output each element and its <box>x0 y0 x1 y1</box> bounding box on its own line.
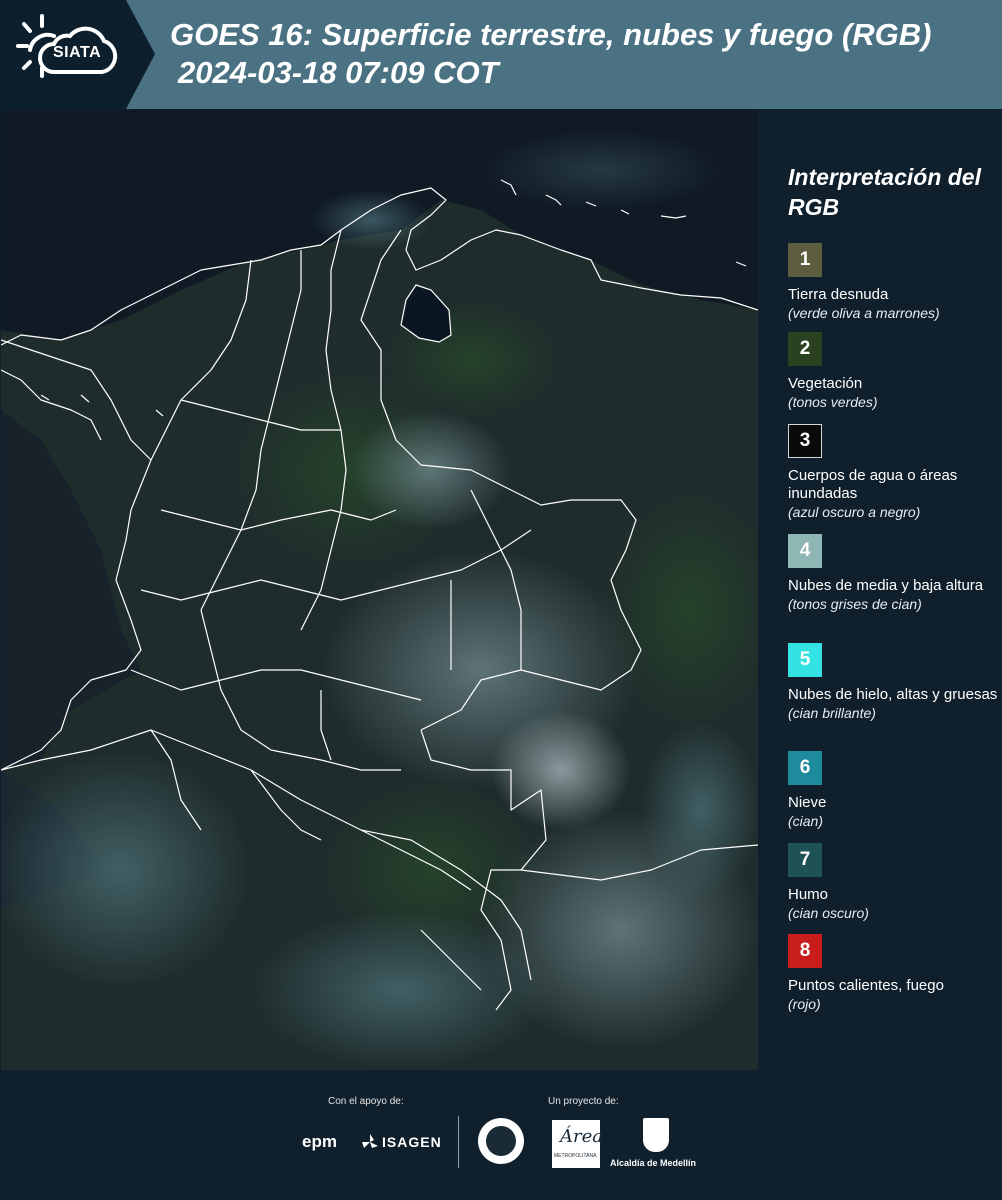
legend-swatch: 2 <box>788 332 822 366</box>
alcaldia-label: Alcaldía de Medellín <box>610 1158 697 1168</box>
legend-swatch: 6 <box>788 751 822 785</box>
legend-description: (azul oscuro a negro) <box>788 504 921 520</box>
legend-title: Interpretación del RGB <box>788 164 981 220</box>
legend-label: Nubes de hielo, altas y gruesas <box>788 686 998 703</box>
cloud-field-north <box>351 410 511 530</box>
legend-item: 4 Nubes de media y baja altura (tonos gris… <box>788 534 998 613</box>
siata-logo-text: SIATA <box>53 44 102 61</box>
legend-label: Nieve <box>788 794 827 811</box>
cloud-field-caribbean-east <box>481 130 721 210</box>
area-logo-subtitle: METROPOLITANA <box>554 1153 597 1159</box>
legend-swatch: 8 <box>788 934 822 968</box>
legend-description: (cian oscuro) <box>788 905 869 921</box>
header-bar: SIATA GOES 16: Superficie terrestre, nub… <box>0 0 1002 109</box>
legend-item: 2 Vegetación (tonos verdes) <box>788 332 998 411</box>
page-title: GOES 16: Superficie terrestre, nubes y f… <box>170 16 931 92</box>
legend-item: 8 Puntos calientes, fuego (rojo) <box>788 934 998 1013</box>
footer-bar: Con el apoyo de: Un proyecto de: epm ISA… <box>0 1070 1002 1200</box>
legend-item: 3 Cuerpos de agua o áreas inundadas (azul … <box>788 424 998 521</box>
legend-item: 7 Humo (cian oscuro) <box>788 843 998 922</box>
isagen-logo-text: ISAGEN <box>382 1134 442 1150</box>
legend-description: (tonos verdes) <box>788 394 878 410</box>
legend-label: Puntos calientes, fuego <box>788 977 944 994</box>
legend-swatch: 4 <box>788 534 822 568</box>
legend-description: (verde oliva a marrones) <box>788 305 940 321</box>
legend-panel: Interpretación del RGB 1 Tierra desnuda (v… <box>760 110 1002 1070</box>
project-label: Un proyecto de: <box>548 1096 619 1107</box>
isagen-logo-icon <box>362 1134 378 1148</box>
legend-label: Nubes de media y baja altura <box>788 577 984 594</box>
map-canvas <box>1 110 758 1070</box>
legend-description: (rojo) <box>788 996 821 1012</box>
legend-label: Tierra desnuda <box>788 286 889 303</box>
legend-swatch: 1 <box>788 243 822 277</box>
footer-divider <box>458 1116 459 1168</box>
area-metropolitana-logo: Área METROPOLITANA <box>552 1120 603 1168</box>
legend-swatch: 3 <box>788 424 822 458</box>
area-logo-script: Área <box>560 1126 603 1147</box>
legend-description: (cian brillante) <box>788 705 876 721</box>
cloud-field-pacific <box>1 750 251 990</box>
legend-swatch: 7 <box>788 843 822 877</box>
legend-item: 6 Nieve (cian) <box>788 751 998 830</box>
title-product: GOES 16: Superficie terrestre, nubes y f… <box>170 17 932 52</box>
epm-logo: epm <box>302 1132 337 1151</box>
legend-label: Humo <box>788 886 829 903</box>
alcaldia-shield-icon <box>643 1118 669 1152</box>
cloud-field-amazon <box>251 910 551 1070</box>
legend-item: 1 Tierra desnuda (verde oliva a marrones) <box>788 243 998 322</box>
legend-label: Vegetación <box>788 375 863 392</box>
siata-logo: SIATA <box>0 0 155 109</box>
legend-item: 5 Nubes de hielo, altas y gruesas (cian br… <box>788 643 998 722</box>
legend-label: Cuerpos de agua o áreas inundadas <box>788 467 958 502</box>
support-label: Con el apoyo de: <box>328 1096 404 1107</box>
satellite-map <box>1 110 758 1070</box>
cloud-field-caribbean <box>311 190 431 250</box>
title-timestamp: 2024-03-18 07:09 COT <box>178 55 499 90</box>
university-seal-icon <box>478 1118 524 1164</box>
cloud-field-east <box>641 720 758 900</box>
legend-description: (cian) <box>788 813 824 829</box>
legend-swatch: 5 <box>788 643 822 677</box>
legend-description: (tonos grises de cian) <box>788 596 922 612</box>
